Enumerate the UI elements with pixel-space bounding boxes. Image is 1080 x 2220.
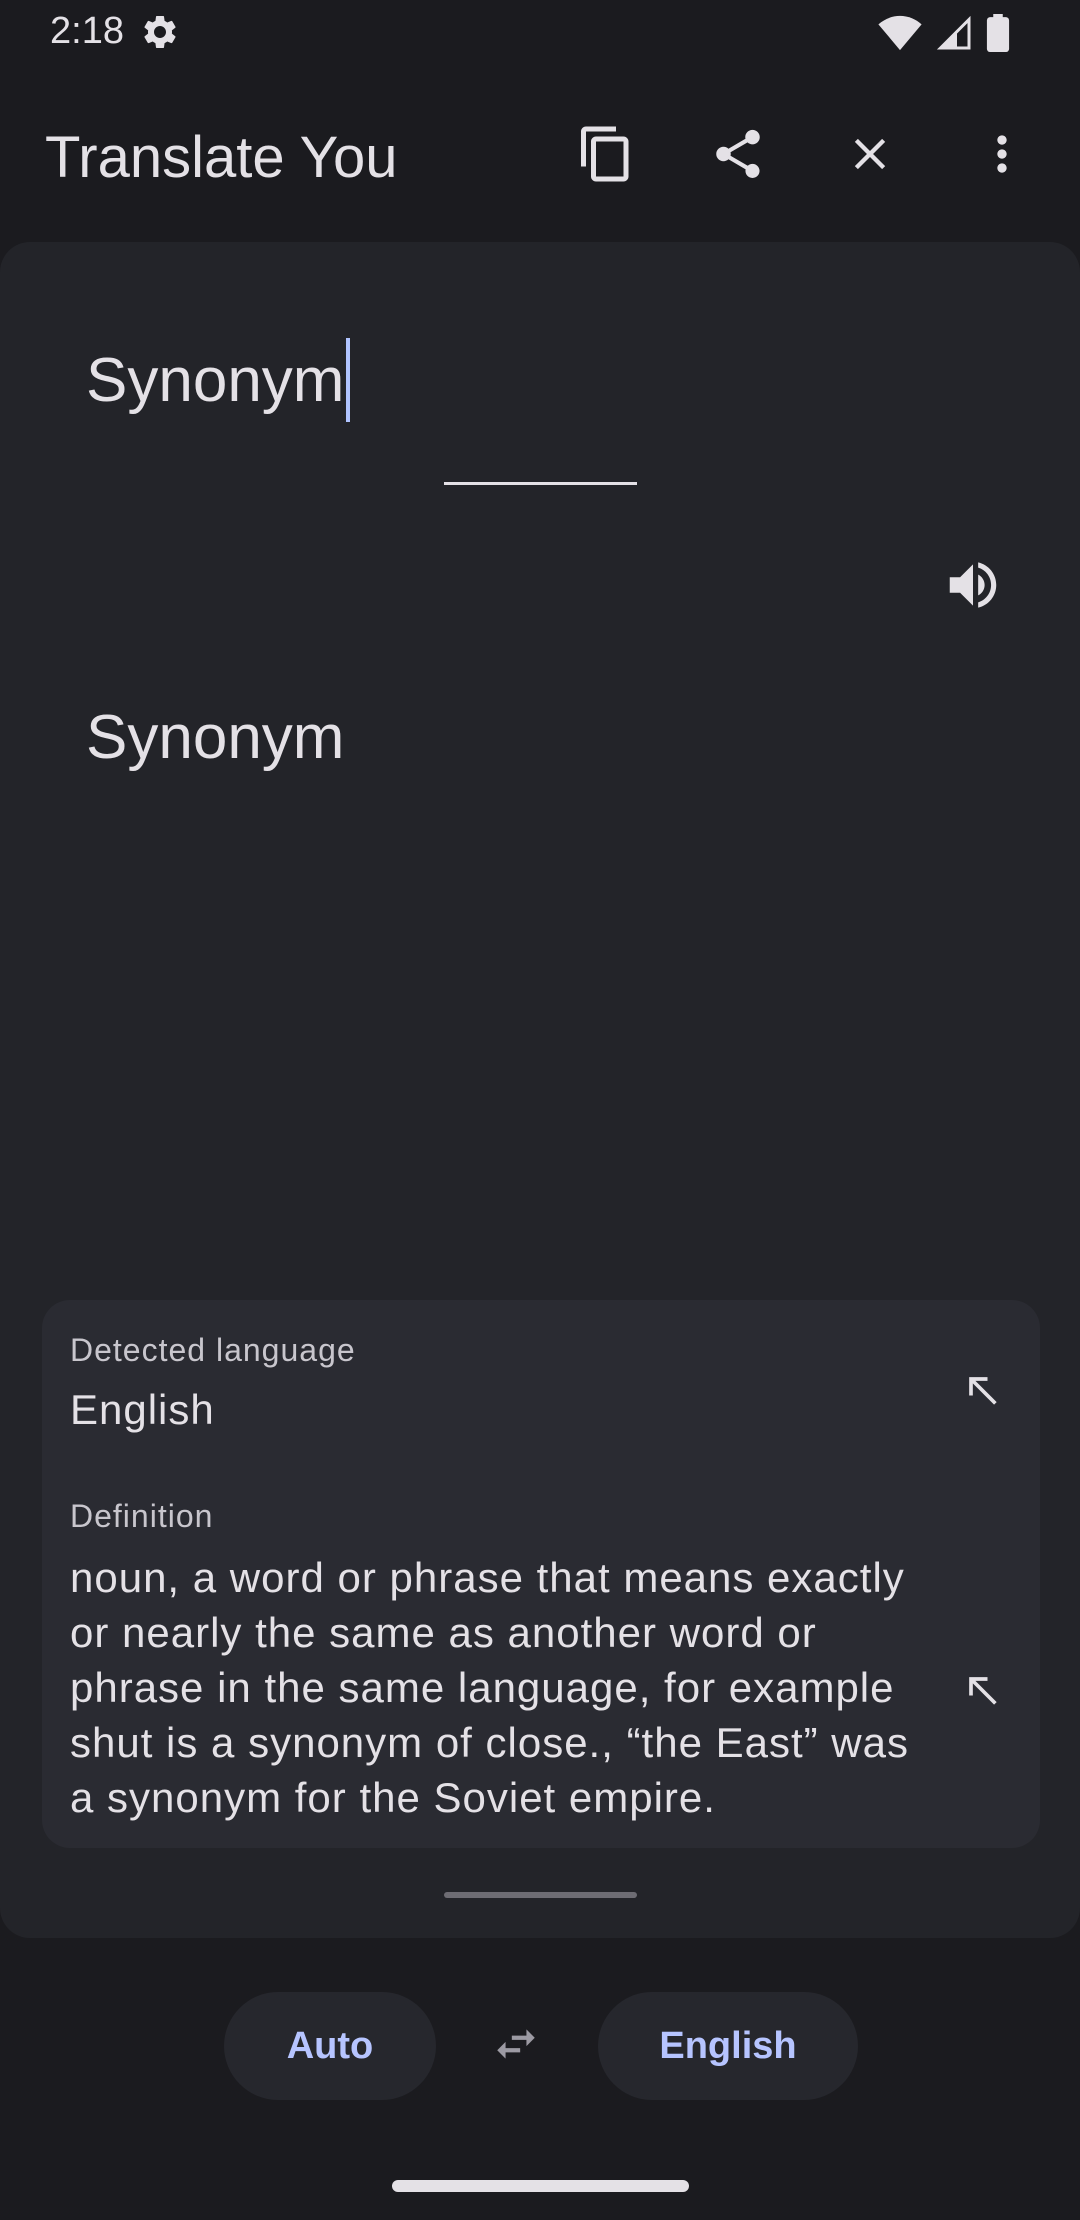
- target-language-label: English: [659, 2024, 797, 2067]
- swap-arrows-icon: [491, 2019, 541, 2074]
- speak-button[interactable]: [938, 552, 1008, 622]
- source-text: Synonym: [86, 345, 345, 415]
- translated-text: Synonym: [86, 703, 345, 772]
- definition-expand-button[interactable]: [952, 1662, 1012, 1722]
- definition-label: Definition: [70, 1498, 214, 1534]
- status-bar: 2:18: [0, 0, 1080, 66]
- app-bar: Translate You: [0, 100, 1080, 212]
- source-language-label: Auto: [286, 2024, 374, 2067]
- input-divider: [444, 482, 637, 485]
- arrow-up-left-icon: [960, 1368, 1004, 1417]
- more-vert-icon: [974, 126, 1030, 187]
- target-language-button[interactable]: English: [598, 1992, 858, 2100]
- detected-language-expand-button[interactable]: [952, 1362, 1012, 1422]
- more-options-button[interactable]: [964, 118, 1040, 194]
- info-card: Detected language English Definition nou…: [42, 1300, 1040, 1848]
- drag-handle[interactable]: [444, 1892, 637, 1898]
- volume-up-icon: [942, 554, 1004, 621]
- screen: 2:18 Translate You Synonym Synonym Detec…: [0, 0, 1080, 2220]
- share-button[interactable]: [700, 118, 776, 194]
- definition-text: noun, a word or phrase that means exactl…: [70, 1554, 909, 1821]
- source-text-input[interactable]: Synonym: [86, 330, 986, 430]
- status-icons: [878, 14, 1010, 52]
- close-icon: [844, 128, 896, 185]
- copy-button[interactable]: [568, 118, 644, 194]
- status-time: 2:18: [50, 10, 124, 52]
- app-title: Translate You: [45, 125, 398, 190]
- battery-icon: [986, 14, 1010, 52]
- cell-signal-icon: [936, 15, 972, 51]
- text-caret: [346, 338, 351, 422]
- arrow-up-left-icon: [960, 1668, 1004, 1717]
- detected-language-value: English: [70, 1386, 215, 1433]
- source-language-button[interactable]: Auto: [224, 1992, 436, 2100]
- clear-button[interactable]: [832, 118, 908, 194]
- wifi-icon: [878, 15, 922, 51]
- copy-icon: [576, 124, 636, 189]
- translation-card: Synonym Synonym Detected language Englis…: [0, 242, 1080, 1938]
- share-icon: [709, 125, 767, 188]
- detected-language-label: Detected language: [70, 1332, 356, 1368]
- gesture-navigation-bar[interactable]: [392, 2180, 689, 2192]
- swap-languages-button[interactable]: [486, 2016, 546, 2076]
- settings-gear-icon: [140, 12, 180, 52]
